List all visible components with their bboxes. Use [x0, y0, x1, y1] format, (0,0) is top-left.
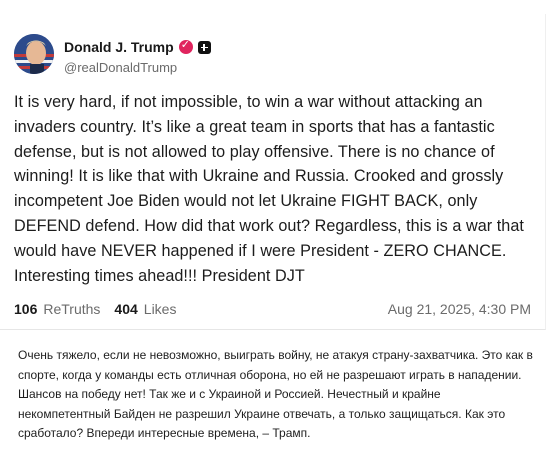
post-timestamp[interactable]: Aug 21, 2025, 4:30 PM [388, 301, 531, 317]
truth-post-card: Donald J. Trump @realDonaldTrump It is v… [0, 14, 546, 330]
avatar[interactable] [14, 34, 54, 74]
author-handle[interactable]: @realDonaldTrump [64, 60, 177, 75]
engagement-stats: 106 ReTruths 404 Likes [14, 301, 184, 317]
plus-icon[interactable] [197, 40, 211, 54]
author-name-row: Donald J. Trump [64, 38, 211, 56]
post-text: It is very hard, if not impossible, to w… [14, 93, 524, 285]
retruths-count[interactable]: 106 [14, 301, 37, 317]
verified-badge-icon [178, 38, 193, 54]
top-edge-fragment: · [0, 0, 548, 14]
cropped-text: · [40, 0, 45, 5]
translation-text: Очень тяжело, если не невозможно, выигра… [18, 348, 533, 441]
author-display-name[interactable]: Donald J. Trump [64, 39, 174, 55]
avatar-image [14, 34, 54, 74]
retruths-label[interactable]: ReTruths [43, 301, 100, 317]
likes-count[interactable]: 404 [114, 301, 137, 317]
likes-label[interactable]: Likes [144, 301, 177, 317]
